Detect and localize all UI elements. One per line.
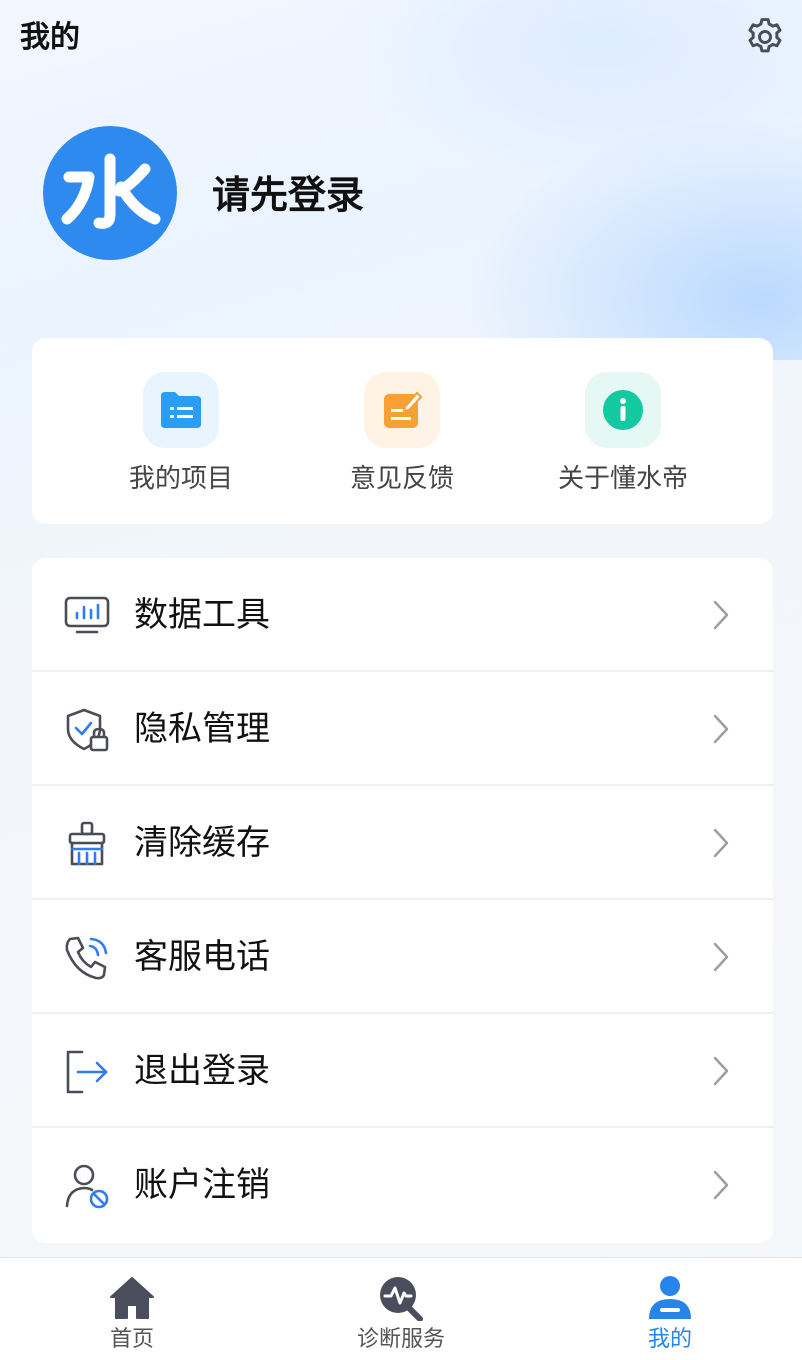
menu-icon	[62, 1047, 112, 1097]
menu-item-privacy[interactable]: 隐私管理	[32, 672, 773, 786]
folder-list-icon	[161, 392, 201, 428]
monitor-chart-icon	[64, 596, 110, 634]
quick-action-icon-bg	[143, 372, 219, 448]
tab-home[interactable]: 首页	[32, 1258, 232, 1360]
page-title: 我的	[20, 20, 80, 55]
menu-icon	[62, 933, 112, 983]
chevron-right-icon	[713, 828, 729, 858]
menu-item-delete-account[interactable]: 账户注销	[32, 1128, 773, 1242]
quick-actions-card: 我的项目 意见反馈 关于懂水帝	[32, 338, 773, 524]
water-logo-icon	[61, 153, 161, 229]
settings-button[interactable]	[740, 12, 790, 62]
menu-icon	[62, 819, 112, 869]
user-cancel-icon	[65, 1164, 109, 1209]
quick-action-icon-bg	[364, 372, 440, 448]
menu-item-label: 隐私管理	[134, 709, 270, 749]
tab-label: 诊断服务	[356, 1327, 445, 1352]
menu-icon	[62, 705, 112, 755]
menu-icon	[62, 591, 112, 641]
menu-list: 数据工具 隐私管理 清除缓存 客服电话 退出登录 账户注销	[32, 558, 773, 1243]
menu-icon	[62, 1161, 112, 1211]
shield-lock-icon	[66, 708, 109, 752]
menu-item-logout[interactable]: 退出登录	[32, 1014, 773, 1128]
menu-item-clear-cache[interactable]: 清除缓存	[32, 786, 773, 900]
chevron-right-icon	[713, 714, 729, 744]
menu-item-label: 数据工具	[134, 595, 270, 635]
menu-item-label: 清除缓存	[134, 823, 270, 863]
broom-icon	[68, 821, 106, 866]
feedback-edit-icon	[384, 391, 423, 428]
menu-item-data-tools[interactable]: 数据工具	[32, 558, 773, 672]
phone-icon	[65, 936, 108, 980]
chevron-right-icon	[713, 600, 729, 630]
quick-action-icon-bg	[585, 372, 661, 448]
info-icon	[603, 390, 643, 430]
menu-item-label: 客服电话	[134, 937, 270, 977]
quick-action-about[interactable]: 关于懂水帝	[523, 338, 723, 524]
quick-action-label: 我的项目	[128, 464, 233, 494]
chevron-right-icon	[713, 1056, 729, 1086]
menu-item-customer-service[interactable]: 客服电话	[32, 900, 773, 1014]
diagnosis-icon	[380, 1277, 423, 1321]
tab-diagnosis[interactable]: 诊断服务	[301, 1258, 501, 1360]
chevron-right-icon	[713, 1170, 729, 1200]
avatar[interactable]	[43, 126, 177, 260]
login-prompt[interactable]: 请先登录	[212, 170, 364, 220]
tab-label: 首页	[109, 1327, 154, 1352]
tab-mine[interactable]: 我的	[570, 1258, 770, 1360]
menu-item-label: 账户注销	[134, 1165, 270, 1205]
tab-icon	[645, 1274, 695, 1322]
chevron-right-icon	[713, 942, 729, 972]
menu-item-label: 退出登录	[134, 1051, 270, 1091]
home-icon	[110, 1277, 154, 1319]
quick-action-feedback[interactable]: 意见反馈	[302, 338, 502, 524]
gear-icon	[748, 18, 782, 53]
tab-icon	[107, 1274, 157, 1322]
tab-icon	[376, 1274, 426, 1322]
tab-label: 我的	[647, 1327, 692, 1352]
quick-action-label: 意见反馈	[349, 464, 454, 494]
logout-icon	[66, 1050, 108, 1094]
quick-action-label: 关于懂水帝	[557, 464, 688, 494]
bottom-tab-bar: 首页 诊断服务 我的	[0, 1257, 802, 1360]
quick-action-my-projects[interactable]: 我的项目	[81, 338, 281, 524]
user-icon	[649, 1276, 691, 1319]
